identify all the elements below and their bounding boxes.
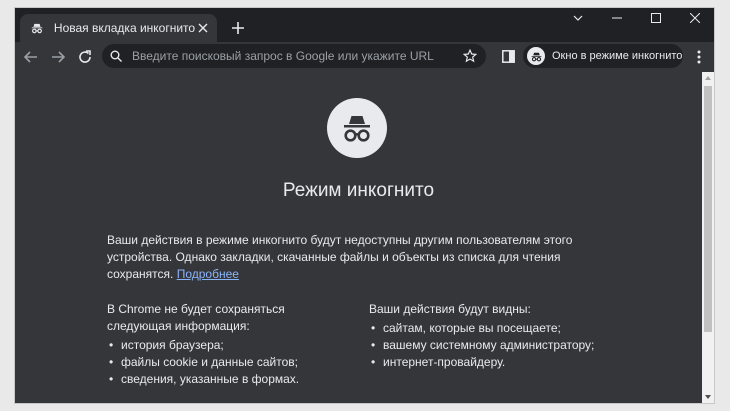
close-window-button[interactable] bbox=[675, 8, 714, 28]
side-panel-button[interactable] bbox=[500, 48, 516, 64]
maximize-button[interactable] bbox=[636, 8, 675, 28]
visible-to-title: Ваши действия будут видны: bbox=[369, 302, 531, 316]
tab-incognito[interactable]: Новая вкладка инкогнито bbox=[20, 14, 217, 42]
visible-to-section: Ваши действия будут видны: сайтам, котор… bbox=[369, 301, 629, 371]
minimize-button[interactable] bbox=[597, 8, 636, 28]
window-controls bbox=[558, 8, 714, 28]
list-item: файлы cookie и данные сайтов; bbox=[107, 354, 347, 371]
list-item: сведения, указанные в формах. bbox=[107, 371, 347, 388]
intro-text: Ваши действия в режиме инкогнито будут н… bbox=[107, 232, 597, 283]
more-icon bbox=[697, 50, 701, 64]
page-title: Режим инкогнито bbox=[282, 180, 435, 201]
scroll-thumb[interactable] bbox=[704, 86, 712, 332]
not-saved-title: В Chrome не будет сохраняться следующая … bbox=[107, 302, 285, 333]
incognito-icon bbox=[29, 20, 45, 36]
list-item: вашему системному администратору; bbox=[369, 337, 629, 354]
forward-button[interactable] bbox=[48, 47, 68, 67]
back-icon bbox=[24, 51, 37, 63]
tab-search-button[interactable] bbox=[558, 8, 597, 28]
toolbar: Введите поисковый запрос в Google или ук… bbox=[15, 42, 714, 72]
incognito-page: Режим инкогнито Ваши действия в режиме и… bbox=[15, 72, 702, 403]
tab-title: Новая вкладка инкогнито bbox=[53, 21, 196, 35]
learn-more-link[interactable]: Подробнее bbox=[177, 267, 239, 281]
list-item: интернет-провайдеру. bbox=[369, 354, 629, 371]
close-icon bbox=[689, 13, 700, 23]
plus-icon bbox=[232, 22, 244, 34]
not-saved-section: В Chrome не будет сохраняться следующая … bbox=[107, 301, 347, 388]
side-panel-icon bbox=[501, 49, 515, 63]
address-bar[interactable]: Введите поисковый запрос в Google или ук… bbox=[102, 44, 486, 68]
visible-to-list: сайтам, которые вы посещаете; вашему сис… bbox=[369, 320, 629, 371]
browser-window: Новая вкладка инкогнито Введите поисковы… bbox=[15, 8, 714, 403]
incognito-profile-chip[interactable]: Окно в режиме инкогнито bbox=[523, 44, 683, 68]
incognito-hero-icon bbox=[327, 98, 387, 158]
list-item: сайтам, которые вы посещаете; bbox=[369, 320, 629, 337]
star-icon[interactable] bbox=[462, 48, 478, 64]
incognito-chip-label: Окно в режиме инкогнито bbox=[552, 50, 683, 62]
reload-icon bbox=[79, 50, 91, 63]
incognito-avatar-icon bbox=[527, 47, 545, 65]
not-saved-list: история браузера; файлы cookie и данные … bbox=[107, 337, 347, 388]
menu-button[interactable] bbox=[691, 47, 707, 67]
tab-strip: Новая вкладка инкогнито bbox=[15, 8, 714, 42]
close-icon[interactable] bbox=[195, 20, 211, 36]
search-icon bbox=[110, 49, 124, 63]
minimize-icon bbox=[611, 17, 622, 19]
forward-icon bbox=[52, 51, 65, 63]
reload-button[interactable] bbox=[75, 47, 95, 67]
chevron-down-icon bbox=[573, 15, 582, 21]
maximize-icon bbox=[650, 13, 661, 23]
vertical-scrollbar[interactable] bbox=[702, 72, 714, 403]
scroll-up-arrow-icon[interactable] bbox=[702, 72, 714, 84]
address-placeholder: Введите поисковый запрос в Google или ук… bbox=[132, 49, 434, 63]
list-item: история браузера; bbox=[107, 337, 347, 354]
new-tab-button[interactable] bbox=[228, 18, 248, 38]
back-button[interactable] bbox=[21, 47, 41, 67]
scroll-down-arrow-icon[interactable] bbox=[702, 391, 714, 403]
